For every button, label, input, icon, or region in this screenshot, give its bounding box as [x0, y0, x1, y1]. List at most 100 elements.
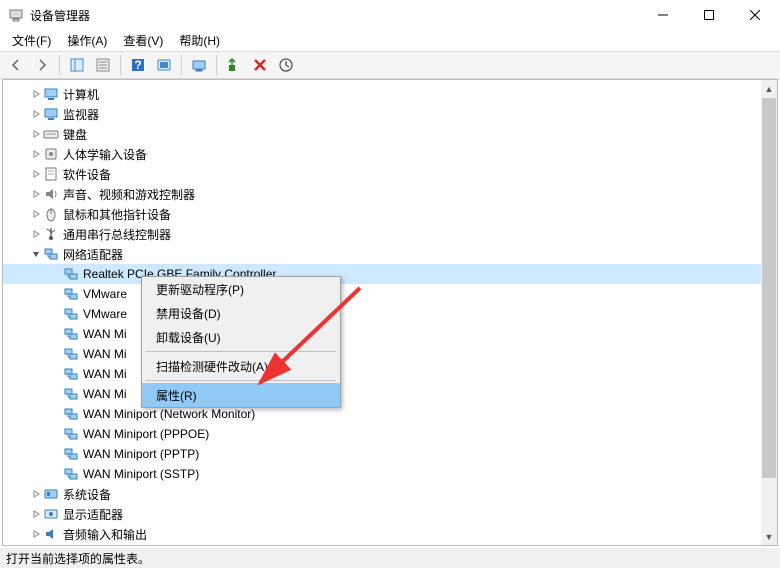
tree-item-label: 显示适配器	[63, 506, 123, 523]
tree-item[interactable]: VMware	[3, 284, 777, 304]
device-tree[interactable]: 计算机监视器键盘人体学输入设备软件设备声音、视频和游戏控制器鼠标和其他指针设备通…	[3, 80, 777, 545]
context-scan-hardware[interactable]: 扫描检测硬件改动(A)	[142, 354, 340, 378]
tree-item[interactable]: 网络适配器	[3, 244, 777, 264]
context-disable-device[interactable]: 禁用设备(D)	[142, 301, 340, 325]
tree-item-label: WAN Miniport (SSTP)	[83, 467, 199, 481]
tree-item[interactable]: 显示适配器	[3, 504, 777, 524]
expander-spacer	[49, 287, 63, 301]
chevron-down-icon[interactable]	[29, 247, 43, 261]
tree-item[interactable]: WAN Mi	[3, 324, 777, 344]
context-properties[interactable]: 属性(R)	[142, 383, 340, 407]
tree-item[interactable]: WAN Miniport (PPPOE)	[3, 424, 777, 444]
tree-item[interactable]: VMware	[3, 304, 777, 324]
scroll-down-button[interactable]: ▼	[761, 528, 777, 545]
tree-item-label: WAN Mi	[83, 327, 127, 341]
toolbar-separator	[120, 55, 121, 75]
close-button[interactable]	[732, 0, 778, 30]
network-icon	[43, 246, 59, 262]
forward-button[interactable]	[30, 53, 54, 77]
chevron-right-icon[interactable]	[29, 227, 43, 241]
tree-item-label: 声音、视频和游戏控制器	[63, 186, 195, 203]
expander-spacer	[49, 347, 63, 361]
usb-icon	[43, 226, 59, 242]
tree-item-label: 通用串行总线控制器	[63, 226, 171, 243]
menu-view[interactable]: 查看(V)	[115, 30, 171, 51]
toolbar-separator	[216, 55, 217, 75]
status-text: 打开当前选择项的属性表。	[6, 552, 150, 566]
enable-button[interactable]	[222, 53, 246, 77]
chevron-right-icon[interactable]	[29, 187, 43, 201]
tree-item-label: 人体学输入设备	[63, 146, 147, 163]
display-icon	[43, 506, 59, 522]
tree-item[interactable]: WAN Miniport (SSTP)	[3, 464, 777, 484]
tree-item-label: 计算机	[63, 86, 99, 103]
tree-item[interactable]: WAN Mi	[3, 384, 777, 404]
expander-spacer	[49, 267, 63, 281]
app-icon	[8, 7, 24, 23]
uninstall-button[interactable]	[248, 53, 272, 77]
maximize-button[interactable]	[686, 0, 732, 30]
scan-hardware-button[interactable]	[274, 53, 298, 77]
scroll-thumb[interactable]	[762, 98, 776, 478]
tree-item-label: WAN Mi	[83, 367, 127, 381]
context-uninstall-device[interactable]: 卸载设备(U)	[142, 325, 340, 349]
scroll-up-button[interactable]: ▲	[761, 80, 777, 97]
minimize-button[interactable]	[640, 0, 686, 30]
tree-item[interactable]: 软件设备	[3, 164, 777, 184]
tree-item-label: 软件设备	[63, 166, 111, 183]
mouse-icon	[43, 206, 59, 222]
menu-file[interactable]: 文件(F)	[4, 30, 59, 51]
expander-spacer	[49, 467, 63, 481]
chevron-right-icon[interactable]	[29, 127, 43, 141]
expander-spacer	[49, 407, 63, 421]
tree-item[interactable]: 人体学输入设备	[3, 144, 777, 164]
status-bar: 打开当前选择项的属性表。	[0, 548, 780, 568]
device-tree-panel: 计算机监视器键盘人体学输入设备软件设备声音、视频和游戏控制器鼠标和其他指针设备通…	[2, 79, 778, 546]
chevron-right-icon[interactable]	[29, 527, 43, 541]
tree-item-label: WAN Miniport (Network Monitor)	[83, 407, 255, 421]
tree-item[interactable]: WAN Mi	[3, 344, 777, 364]
update-driver-button[interactable]	[187, 53, 211, 77]
chevron-right-icon[interactable]	[29, 167, 43, 181]
context-update-driver[interactable]: 更新驱动程序(P)	[142, 277, 340, 301]
tree-item[interactable]: 鼠标和其他指针设备	[3, 204, 777, 224]
speaker-icon	[43, 186, 59, 202]
tree-item-label: 系统设备	[63, 486, 111, 503]
back-button[interactable]	[4, 53, 28, 77]
tree-item[interactable]: 通用串行总线控制器	[3, 224, 777, 244]
tree-item[interactable]: 声音、视频和游戏控制器	[3, 184, 777, 204]
chevron-right-icon[interactable]	[29, 207, 43, 221]
network-icon	[63, 266, 79, 282]
tree-item[interactable]: 计算机	[3, 84, 777, 104]
context-separator	[146, 380, 336, 381]
tree-item-label: WAN Miniport (PPPOE)	[83, 427, 209, 441]
tree-item[interactable]: WAN Miniport (PPTP)	[3, 444, 777, 464]
vertical-scrollbar[interactable]: ▲ ▼	[761, 79, 778, 546]
keyboard-icon	[43, 126, 59, 142]
menu-action[interactable]: 操作(A)	[59, 30, 115, 51]
chevron-right-icon[interactable]	[29, 487, 43, 501]
tree-item-label: WAN Mi	[83, 347, 127, 361]
chevron-right-icon[interactable]	[29, 87, 43, 101]
tree-item[interactable]: 键盘	[3, 124, 777, 144]
chevron-right-icon[interactable]	[29, 147, 43, 161]
tree-item[interactable]: WAN Mi	[3, 364, 777, 384]
tree-item[interactable]: 系统设备	[3, 484, 777, 504]
tree-item-label: VMware	[83, 287, 127, 301]
network-icon	[63, 346, 79, 362]
menu-help[interactable]: 帮助(H)	[171, 30, 228, 51]
tree-item-label: 监视器	[63, 106, 99, 123]
tree-item[interactable]: WAN Miniport (Network Monitor)	[3, 404, 777, 424]
tree-item[interactable]: 音频输入和输出	[3, 524, 777, 544]
properties-button[interactable]	[91, 53, 115, 77]
expander-spacer	[49, 427, 63, 441]
tree-item[interactable]: 监视器	[3, 104, 777, 124]
chevron-right-icon[interactable]	[29, 107, 43, 121]
toolbar-icon-button[interactable]	[152, 53, 176, 77]
chevron-right-icon[interactable]	[29, 507, 43, 521]
show-hide-tree-button[interactable]	[65, 53, 89, 77]
toolbar-separator	[59, 55, 60, 75]
expander-spacer	[49, 307, 63, 321]
tree-item[interactable]: Realtek PCIe GBE Family Controller	[3, 264, 777, 284]
help-button[interactable]: ?	[126, 53, 150, 77]
